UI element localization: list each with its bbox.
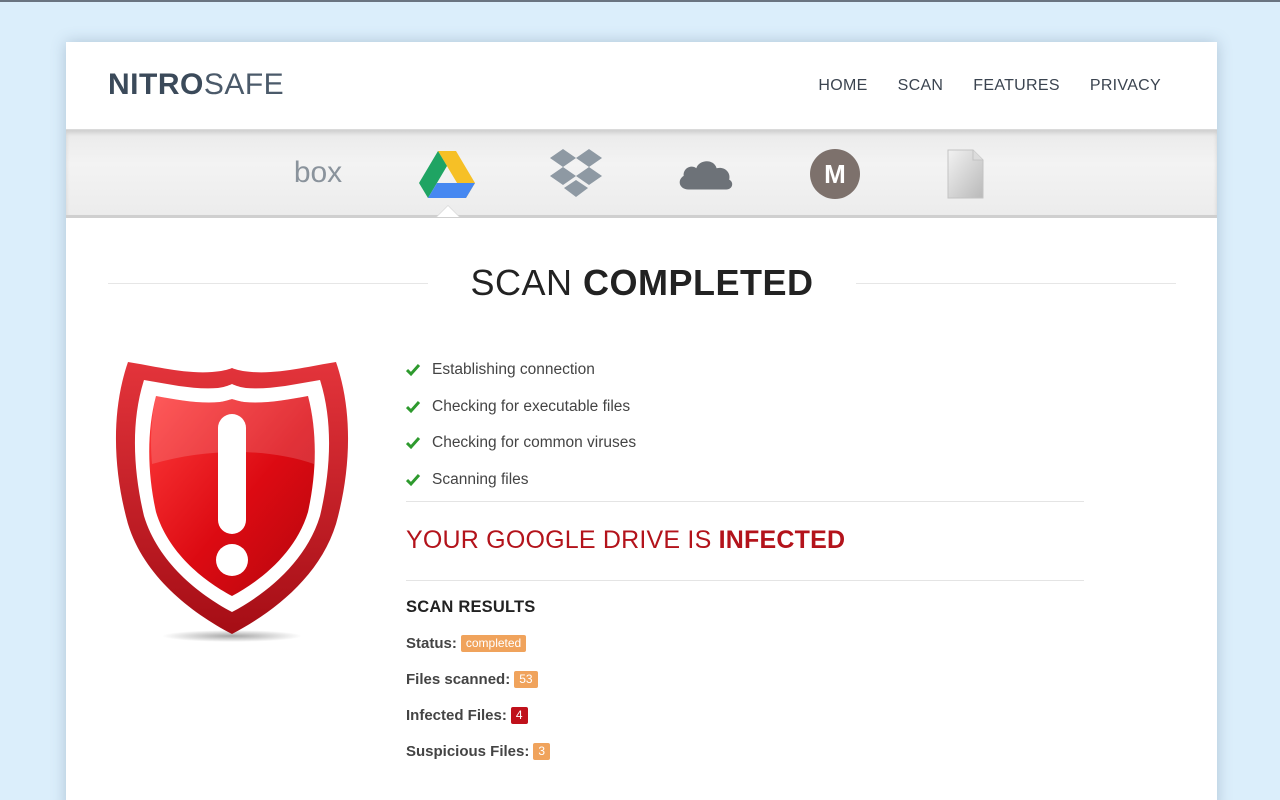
provider-mega[interactable]: M — [805, 148, 865, 200]
result-suspicious-files: Suspicious Files: 3 — [406, 743, 551, 760]
status-label: Status: — [406, 635, 457, 652]
mega-letter: M — [824, 159, 846, 189]
provider-box[interactable]: box — [288, 148, 348, 200]
infection-warning: YOUR GOOGLE DRIVE IS INFECTED — [406, 526, 845, 555]
scan-step-label: Checking for common viruses — [432, 434, 637, 452]
scan-step-label: Checking for executable files — [432, 397, 631, 415]
nav-features[interactable]: FEATURES — [973, 77, 1060, 95]
page-title: SCAN COMPLETED — [108, 262, 1176, 304]
divider — [406, 501, 1084, 502]
provider-dropbox[interactable] — [546, 148, 606, 200]
provider-onedrive[interactable] — [675, 148, 735, 200]
google-drive-icon — [419, 151, 475, 198]
scan-step: Checking for common viruses — [406, 425, 636, 462]
infected-files-label: Infected Files: — [406, 707, 507, 724]
result-infected-files: Infected Files: 4 — [406, 707, 528, 724]
status-badge: completed — [460, 635, 527, 652]
checkmark-icon — [406, 400, 421, 413]
box-logo-text: box — [294, 156, 342, 189]
scan-step: Establishing connection — [406, 352, 636, 389]
files-scanned-label: Files scanned: — [406, 671, 511, 688]
checkmark-icon — [406, 473, 421, 486]
nav-home[interactable]: HOME — [818, 77, 867, 95]
scan-step-label: Establishing connection — [432, 361, 595, 379]
nav-privacy[interactable]: PRIVACY — [1090, 77, 1161, 95]
infected-files-badge: 4 — [510, 707, 528, 724]
infection-warning-text: YOUR GOOGLE DRIVE IS — [406, 526, 719, 554]
title-thin: SCAN — [470, 262, 573, 303]
files-scanned-badge: 53 — [514, 671, 538, 688]
onedrive-cloud-icon — [679, 161, 733, 190]
box-logo-icon: box — [294, 156, 342, 189]
dropbox-icon — [550, 149, 602, 197]
infection-warning-strong: INFECTED — [718, 526, 846, 554]
logo-bold: NITRO — [108, 68, 204, 101]
nitrosafe-logo[interactable]: NITROSAFE — [108, 68, 284, 102]
scan-step: Checking for executable files — [406, 389, 636, 426]
scan-results-heading: SCAN RESULTS — [406, 598, 536, 616]
top-nav: HOME SCAN FEATURES PRIVACY — [818, 77, 1161, 95]
nav-scan[interactable]: SCAN — [898, 77, 944, 95]
main-card: NITROSAFE HOME SCAN FEATURES PRIVACY box — [66, 42, 1217, 800]
mega-icon: M — [810, 149, 860, 199]
selected-provider-pointer — [437, 206, 459, 217]
header: NITROSAFE HOME SCAN FEATURES PRIVACY — [66, 42, 1217, 130]
checkmark-icon — [406, 364, 421, 377]
warning-shield-icon — [115, 362, 349, 642]
scan-steps: Establishing connection Checking for exe… — [406, 352, 636, 498]
scan-title-row: SCAN COMPLETED — [108, 262, 1176, 306]
document-icon — [947, 149, 984, 199]
result-status: Status: completed — [406, 635, 527, 652]
suspicious-files-badge: 3 — [533, 743, 551, 760]
checkmark-icon — [406, 437, 421, 450]
window-top-border — [0, 0, 1280, 2]
provider-google-drive[interactable] — [417, 148, 477, 200]
result-files-scanned: Files scanned: 53 — [406, 671, 538, 688]
title-strong: COMPLETED — [583, 262, 814, 303]
provider-file[interactable] — [935, 148, 995, 200]
divider — [406, 580, 1084, 581]
suspicious-files-label: Suspicious Files: — [406, 743, 530, 760]
cloud-provider-bar: box M — [66, 130, 1217, 218]
logo-light: SAFE — [203, 68, 285, 101]
scan-step-label: Scanning files — [432, 470, 529, 488]
scan-step: Scanning files — [406, 462, 636, 499]
